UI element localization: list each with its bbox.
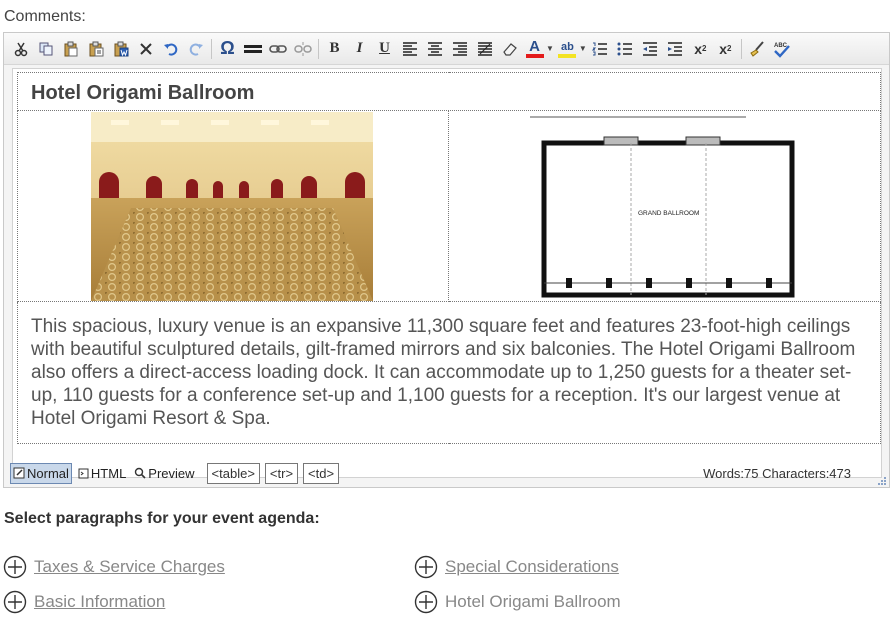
cut-icon[interactable] — [9, 37, 32, 61]
unlink-icon[interactable] — [291, 37, 314, 61]
chevron-down-icon[interactable]: ▼ — [546, 44, 554, 53]
justify-icon[interactable] — [473, 37, 496, 61]
ordered-list-icon[interactable] — [589, 37, 612, 61]
editor-toolbar: Ω B I U A ▼ ab ▼ x 2 x 2 ABC — [4, 33, 889, 65]
venue-title: Hotel Origami Ballroom — [17, 72, 881, 111]
tag-td-button[interactable]: <td> — [303, 462, 340, 484]
highlight-color-icon[interactable]: ab — [556, 37, 579, 61]
magnifier-icon — [135, 467, 146, 479]
indent-icon[interactable] — [664, 37, 687, 61]
superscript-icon[interactable]: x2 — [714, 37, 737, 61]
chevron-down-icon[interactable]: ▼ — [579, 44, 587, 53]
toolbar-separator — [740, 38, 742, 59]
add-circle-icon[interactable] — [3, 555, 27, 579]
font-color-icon[interactable]: A — [523, 37, 546, 61]
subscript-icon[interactable]: x2 — [689, 37, 712, 61]
align-right-icon[interactable] — [448, 37, 471, 61]
floorplan-cell: GRAND BALLROOM — [448, 110, 881, 302]
agenda-item-taxes[interactable]: Taxes & Service Charges — [3, 555, 225, 579]
preview-mode-button[interactable]: Preview — [132, 463, 196, 484]
spellcheck-icon[interactable]: ABC — [771, 37, 794, 61]
add-circle-icon[interactable] — [414, 590, 438, 614]
normal-mode-label: Normal — [27, 465, 69, 481]
clean-format-brush-icon[interactable] — [746, 37, 769, 61]
italic-icon[interactable]: I — [348, 37, 371, 61]
unordered-list-icon[interactable] — [614, 37, 637, 61]
agenda-item-label[interactable]: Basic Information — [34, 592, 165, 612]
resize-grip-icon[interactable] — [876, 475, 886, 485]
undo-icon[interactable] — [159, 37, 182, 61]
toolbar-separator — [211, 38, 212, 59]
editor-content-area[interactable]: Hotel Origami Ballroom GRAND BALLROOM Th… — [12, 68, 882, 478]
redo-icon[interactable] — [184, 37, 207, 61]
agenda-item-label: Hotel Origami Ballroom — [445, 592, 621, 611]
ballroom-photo — [91, 112, 373, 301]
rich-text-editor: Ω B I U A ▼ ab ▼ x 2 x 2 ABC Hotel Origa… — [3, 32, 890, 488]
agenda-item-basic-information[interactable]: Basic Information — [3, 590, 165, 614]
eraser-icon[interactable] — [498, 37, 521, 61]
editor-statusbar: Normal HTML Preview <table> <tr> <td> Wo… — [4, 458, 889, 488]
ballroom-floorplan: GRAND BALLROOM — [526, 113, 802, 301]
html-mode-button[interactable]: HTML — [76, 463, 128, 484]
word-character-count: Words:75 Characters:473 — [703, 466, 851, 481]
bold-icon[interactable]: B — [323, 37, 346, 61]
underline-icon[interactable]: U — [373, 37, 396, 61]
html-mode-label: HTML — [90, 465, 127, 481]
agenda-item-label[interactable]: Special Considerations — [445, 557, 619, 577]
add-circle-icon[interactable] — [3, 590, 27, 614]
link-icon[interactable] — [266, 37, 289, 61]
comments-label: Comments: — [4, 8, 86, 25]
tag-tr-button[interactable]: <tr> — [264, 462, 299, 484]
tag-table-button[interactable]: <table> — [206, 462, 260, 484]
copy-icon[interactable] — [34, 37, 57, 61]
paste-word-icon[interactable] — [109, 37, 132, 61]
outdent-icon[interactable] — [639, 37, 662, 61]
paste-text-icon[interactable] — [84, 37, 107, 61]
horizontal-rule-icon[interactable] — [241, 37, 264, 61]
venue-table: Hotel Origami Ballroom GRAND BALLROOM Th… — [17, 72, 881, 444]
agenda-item-hotel-origami-ballroom[interactable]: Hotel Origami Ballroom — [414, 590, 621, 614]
normal-mode-icon — [13, 467, 25, 479]
agenda-item-label[interactable]: Taxes & Service Charges — [34, 557, 225, 577]
floorplan-label: GRAND BALLROOM — [638, 210, 699, 217]
preview-mode-label: Preview — [148, 465, 195, 481]
html-mode-icon — [78, 468, 89, 478]
paste-icon[interactable] — [59, 37, 82, 61]
venue-description: This spacious, luxury venue is an expans… — [17, 301, 881, 444]
agenda-item-special-considerations[interactable]: Special Considerations — [414, 555, 619, 579]
delete-icon[interactable] — [134, 37, 157, 61]
special-character-icon[interactable]: Ω — [216, 37, 239, 61]
normal-mode-button[interactable]: Normal — [10, 462, 72, 484]
align-center-icon[interactable] — [423, 37, 446, 61]
align-left-icon[interactable] — [398, 37, 421, 61]
photo-cell — [17, 110, 449, 302]
toolbar-separator — [318, 38, 319, 59]
agenda-label: Select paragraphs for your event agenda: — [4, 510, 320, 527]
add-circle-icon[interactable] — [414, 555, 438, 579]
